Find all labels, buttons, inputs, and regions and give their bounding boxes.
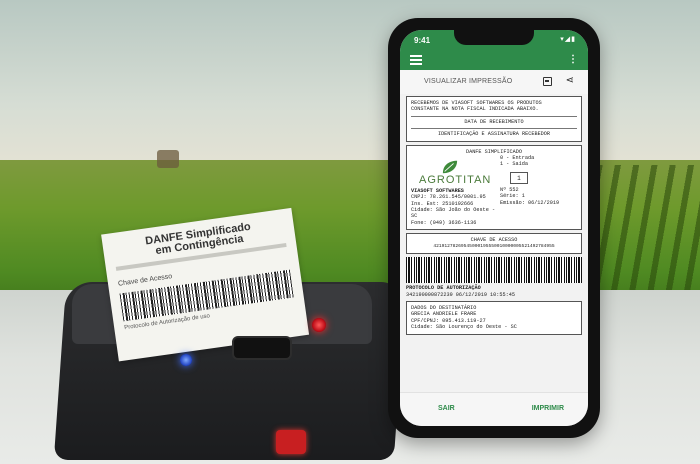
exit-button[interactable]: SAIR	[438, 405, 455, 412]
leaf-logo-icon	[442, 160, 458, 174]
danfe-body: AGROTITAN VIASOFT SOFTWARES CNPJ: 78.261…	[411, 155, 577, 226]
invoice-emission: Emissão: 06/12/2019	[499, 199, 560, 206]
print-button[interactable]: IMPRIMIR	[532, 405, 564, 412]
toolbar: VISUALIZAR IMPRESSÃO ⋖	[400, 70, 588, 94]
issuer-cnpj: CNPJ: 78.261.545/0001.95	[411, 194, 486, 201]
issuer-block: AGROTITAN VIASOFT SOFTWARES CNPJ: 78.261…	[411, 155, 496, 226]
op-value: 1	[509, 171, 528, 184]
phone-screen: 9:41 ▾◢▮ ⋮ VISUALIZAR IMPRESSÃO ⋖ RECEBE…	[400, 30, 588, 426]
access-key-barcode	[406, 257, 582, 284]
ack-rule	[411, 115, 577, 117]
receipt-acknowledgement: RECEBEMOS DE VIASOFT SOFTWARES OS PRODUT…	[406, 96, 582, 142]
printer-power-button	[276, 430, 306, 454]
page-title: VISUALIZAR IMPRESSÃO	[424, 78, 513, 85]
more-vert-icon[interactable]: ⋮	[568, 54, 578, 65]
red-led-icon	[312, 318, 326, 332]
bottom-action-bar: SAIR IMPRIMIR	[400, 392, 588, 426]
recipient-city: Cidade: São Lourenço do Oeste - SC	[411, 324, 517, 331]
brand-logo-text: AGROTITAN	[419, 174, 492, 187]
ack-line-2: CONSTANTE NA NOTA FISCAL INDICADA ABAIXO…	[411, 106, 539, 113]
operation-block: 0 - Entrada 1 - Saída 1 Nº 552 Série: 1 …	[496, 155, 577, 226]
op-exit: 1 - Saída	[499, 161, 528, 168]
blue-led-icon	[180, 354, 192, 366]
phone-notch	[454, 29, 534, 45]
menu-icon[interactable]	[410, 55, 422, 65]
recipient-block: DADOS DO DESTINATÁRIO GRECIA ANDRIELE FR…	[406, 300, 582, 335]
access-key-block: CHAVE DE ACESSO 421912782695450001955500…	[406, 233, 582, 255]
danfe-header: DANFE SIMPLIFICADO AGROTITAN VIASOFT SOF…	[406, 144, 582, 231]
danfe-preview: RECEBEMOS DE VIASOFT SOFTWARES OS PRODUT…	[406, 96, 582, 338]
ack-sign-label: IDENTIFICAÇÃO E ASSINATURA RECEBEDOR	[437, 131, 551, 138]
ack-rule	[411, 128, 577, 130]
share-icon[interactable]: ⋖	[566, 75, 574, 86]
status-icons: ▾◢▮	[560, 36, 576, 43]
print-icon[interactable]	[543, 77, 552, 86]
authorization-value: 342190000872239 06/12/2019 10:55:45	[406, 291, 515, 298]
tractor	[157, 150, 179, 168]
authorization-block: PROTOCOLO DE AUTORIZAÇÃO 342190000872239…	[406, 285, 582, 298]
status-time: 9:41	[414, 36, 431, 45]
issuer-phone: Fone: (049) 3636-1136	[411, 219, 477, 226]
ack-date-label: DATA DE RECEBIMENTO	[464, 118, 524, 125]
issuer-city: Cidade: São João do Oeste - SC	[411, 207, 496, 220]
printer-slot	[232, 336, 292, 360]
access-key-value: 4219127826954500019555001000000552149278…	[433, 243, 555, 249]
